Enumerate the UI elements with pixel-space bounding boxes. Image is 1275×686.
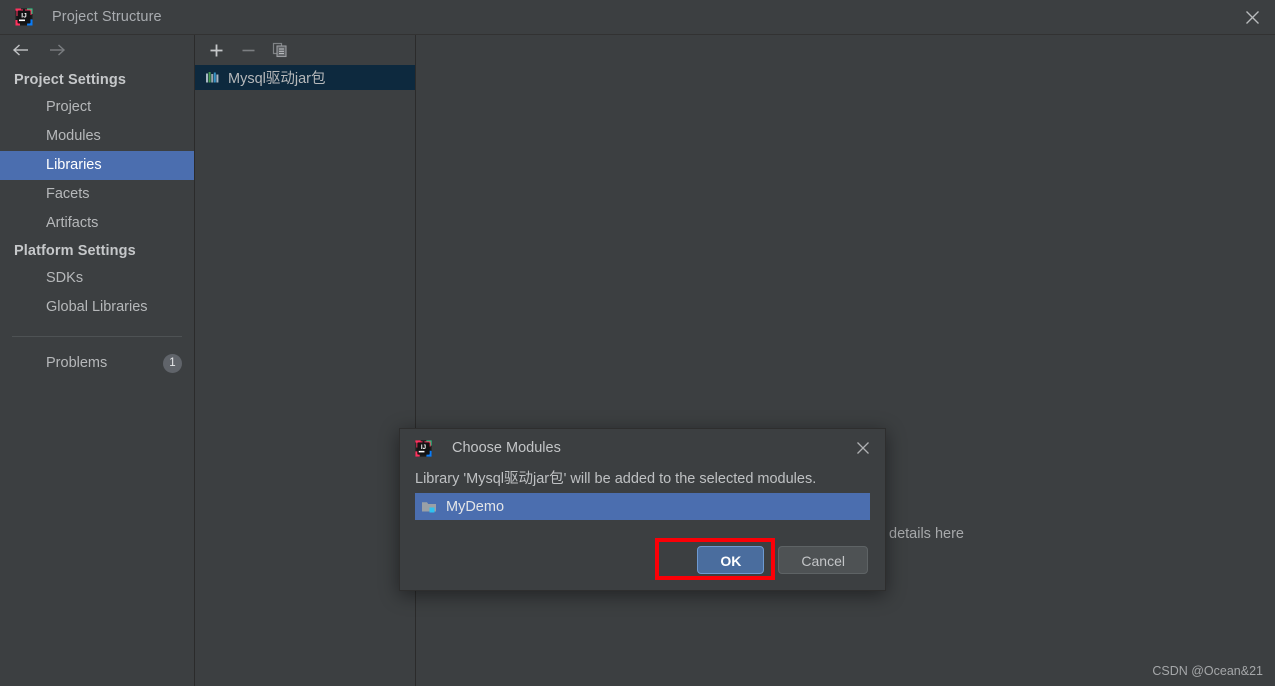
cancel-button[interactable]: Cancel bbox=[778, 546, 868, 574]
sidebar-item-list: Project Settings Project Modules Librari… bbox=[0, 65, 194, 378]
library-icon bbox=[205, 70, 220, 85]
sidebar-item-global-libraries[interactable]: Global Libraries bbox=[0, 293, 194, 322]
sidebar-item-libraries[interactable]: Libraries bbox=[0, 151, 194, 180]
sidebar-item-label: Problems bbox=[46, 355, 108, 371]
ok-button[interactable]: OK bbox=[697, 546, 765, 574]
watermark-text: CSDN @Ocean&21 bbox=[1152, 664, 1263, 678]
libraries-list-panel: Mysql驱动jar包 bbox=[195, 35, 416, 686]
module-list: MyDemo bbox=[415, 493, 870, 520]
svg-text:IJ: IJ bbox=[421, 443, 426, 450]
library-name: Mysql驱动jar包 bbox=[228, 71, 326, 87]
library-items: Mysql驱动jar包 bbox=[195, 65, 415, 686]
close-icon[interactable] bbox=[853, 438, 873, 458]
svg-text:IJ: IJ bbox=[21, 13, 27, 20]
settings-sidebar: Project Settings Project Modules Librari… bbox=[0, 35, 195, 686]
dialog-title: Choose Modules bbox=[452, 440, 561, 456]
remove-library-button[interactable] bbox=[235, 38, 261, 62]
dialog-body: Library 'Mysql驱动jar包' will be added to t… bbox=[400, 467, 885, 520]
dialog-button-bar: OK Cancel bbox=[400, 546, 885, 590]
arrow-right-icon[interactable] bbox=[46, 39, 68, 61]
list-item[interactable]: MyDemo bbox=[415, 493, 870, 520]
sidebar-item-artifacts[interactable]: Artifacts bbox=[0, 209, 194, 238]
close-icon[interactable] bbox=[1229, 0, 1275, 34]
intellij-idea-logo-icon: IJ bbox=[14, 7, 34, 27]
libraries-toolbar bbox=[195, 35, 415, 65]
project-structure-window: IJ Project Structure Project Settings Pr… bbox=[0, 0, 1275, 686]
sidebar-divider bbox=[12, 336, 182, 337]
dialog-message: Library 'Mysql驱动jar包' will be added to t… bbox=[415, 471, 817, 487]
dialog-titlebar: IJ Choose Modules bbox=[400, 429, 885, 467]
intellij-idea-logo-icon: IJ bbox=[414, 439, 433, 458]
navigation-arrows bbox=[0, 35, 194, 65]
arrow-left-icon[interactable] bbox=[10, 39, 32, 61]
sidebar-item-project[interactable]: Project bbox=[0, 93, 194, 122]
problems-count-badge: 1 bbox=[163, 354, 182, 373]
copy-icon[interactable] bbox=[267, 38, 293, 62]
sidebar-item-modules[interactable]: Modules bbox=[0, 122, 194, 151]
list-item[interactable]: Mysql驱动jar包 bbox=[195, 65, 415, 90]
sidebar-group-header-platform-settings: Platform Settings bbox=[14, 243, 136, 259]
sidebar-item-facets[interactable]: Facets bbox=[0, 180, 194, 209]
module-folder-icon bbox=[421, 499, 437, 514]
sidebar-item-problems[interactable]: Problems 1 bbox=[0, 349, 194, 378]
sidebar-item-sdks[interactable]: SDKs bbox=[0, 264, 194, 293]
window-title: Project Structure bbox=[52, 9, 162, 25]
add-library-button[interactable] bbox=[203, 38, 229, 62]
window-titlebar: IJ Project Structure bbox=[0, 0, 1275, 35]
module-name: MyDemo bbox=[446, 498, 505, 515]
choose-modules-dialog: IJ Choose Modules Library 'Mysql驱动jar包' … bbox=[399, 428, 886, 591]
sidebar-group-header-project-settings: Project Settings bbox=[14, 72, 126, 88]
